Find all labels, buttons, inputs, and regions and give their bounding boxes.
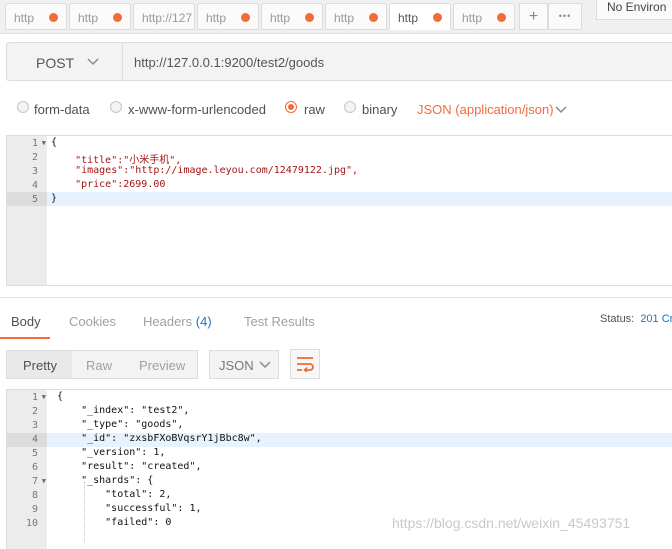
request-tab-active[interactable]: http [389,3,451,30]
environment-label: No Environ [607,0,667,14]
unsaved-dot-icon [49,13,58,22]
unsaved-dot-icon [433,13,442,22]
raw-label[interactable]: raw [304,102,325,117]
radio-binary[interactable] [344,101,356,113]
unsaved-dot-icon [241,13,250,22]
code-line: "_id": "zxsbFXoBVqsrY1jBbc8w", [57,433,262,444]
watermark-text: https://blog.csdn.net/weixin_45493751 [392,515,631,531]
line-number-gutter [7,136,47,285]
chevron-down-icon [259,361,271,369]
code-line: "result": "created", [57,461,202,472]
active-line-gutter [7,433,47,447]
pane-divider[interactable] [0,297,672,298]
code-line: "title":"小米手机", [51,155,182,166]
url-input[interactable]: http://127.0.0.1:9200/test2/goods [122,42,672,81]
tab-label: http://127 [142,11,193,25]
request-tab[interactable]: http [453,3,515,30]
headers-label: Headers [143,314,193,329]
request-tab[interactable]: http [5,3,67,30]
form-data-label[interactable]: form-data [34,102,90,117]
headers-count-badge: (4) [195,314,212,329]
active-line-gutter [7,192,47,206]
code-line: "price":2699.00 [51,179,166,190]
code-line: "_shards": { [57,475,154,486]
code-line: "total": 2, [57,489,172,500]
wrap-lines-button[interactable] [290,349,320,379]
unsaved-dot-icon [113,13,122,22]
active-line-highlight [47,192,672,206]
request-body-editor[interactable]: 1 ▼ 2 3 4 5 { "title":"小米手机", "images":"h… [6,135,672,286]
tab-label: http [78,11,99,25]
code-line: { [51,137,58,148]
status-label: Status: [600,313,635,325]
chevron-down-icon[interactable] [555,106,567,114]
fold-arrow-icon: ▼ [41,139,46,147]
method-label: POST [36,55,75,71]
view-raw-button[interactable]: Raw [86,358,112,373]
tab-cookies[interactable]: Cookies [69,314,116,329]
view-mode-group: Pretty Raw Preview [6,350,198,379]
tab-label: http [462,11,483,25]
radio-urlencoded[interactable] [110,101,122,113]
code-line: "successful": 1, [57,503,202,514]
environment-select[interactable]: No Environ [596,0,672,20]
new-tab-button[interactable]: + [519,3,548,30]
code-line: "_version": 1, [57,447,166,458]
code-line: "_type": "goods", [57,419,184,430]
code-line: "_index": "test2", [57,405,190,416]
status-code: 201 Cr [640,313,672,325]
code-line: "failed": 0 [57,517,172,528]
request-tab[interactable]: http [325,3,387,30]
more-tabs-button[interactable]: ••• [548,3,582,30]
ellipsis-icon: ••• [558,11,572,21]
tab-label: http [206,11,227,25]
method-select[interactable]: POST [6,42,122,81]
tab-test-results[interactable]: Test Results [244,314,315,329]
request-tab[interactable]: http [261,3,323,30]
url-text: http://127.0.0.1:9200/test2/goods [134,55,325,70]
tab-label: http [334,11,355,25]
unsaved-dot-icon [369,13,378,22]
code-line: "images":"http://image.leyou.com/1247912… [51,165,359,176]
plus-icon: + [528,8,539,25]
view-preview-button[interactable]: Preview [139,358,185,373]
request-tab[interactable]: http [197,3,259,30]
active-tab-underline [0,337,50,339]
request-tab[interactable]: http [69,3,131,30]
radio-form-data[interactable] [17,101,29,113]
chevron-down-icon [87,58,99,66]
view-pretty-button[interactable]: Pretty [23,358,57,373]
code-line: } [51,193,58,204]
tab-label: http [14,11,35,25]
tab-headers[interactable]: Headers (4) [143,314,212,329]
tab-body[interactable]: Body [11,314,41,329]
unsaved-dot-icon [497,13,506,22]
format-label: JSON [219,358,254,373]
status-indicator: Status: 201 Cr [600,313,672,325]
format-select[interactable]: JSON [209,350,279,379]
request-tab[interactable]: http://127 [133,3,195,30]
radio-raw[interactable] [285,101,297,113]
wrap-lines-icon [297,357,314,372]
unsaved-dot-icon [305,13,314,22]
content-type-select[interactable]: JSON (application/json) [417,102,554,117]
tab-label: http [398,11,419,25]
fold-arrow-icon: ▼ [41,393,46,401]
urlencoded-label[interactable]: x-www-form-urlencoded [128,102,266,117]
code-line: { [57,391,64,402]
fold-arrow-icon: ▼ [41,477,46,485]
tab-label: http [270,11,291,25]
binary-label[interactable]: binary [362,102,397,117]
